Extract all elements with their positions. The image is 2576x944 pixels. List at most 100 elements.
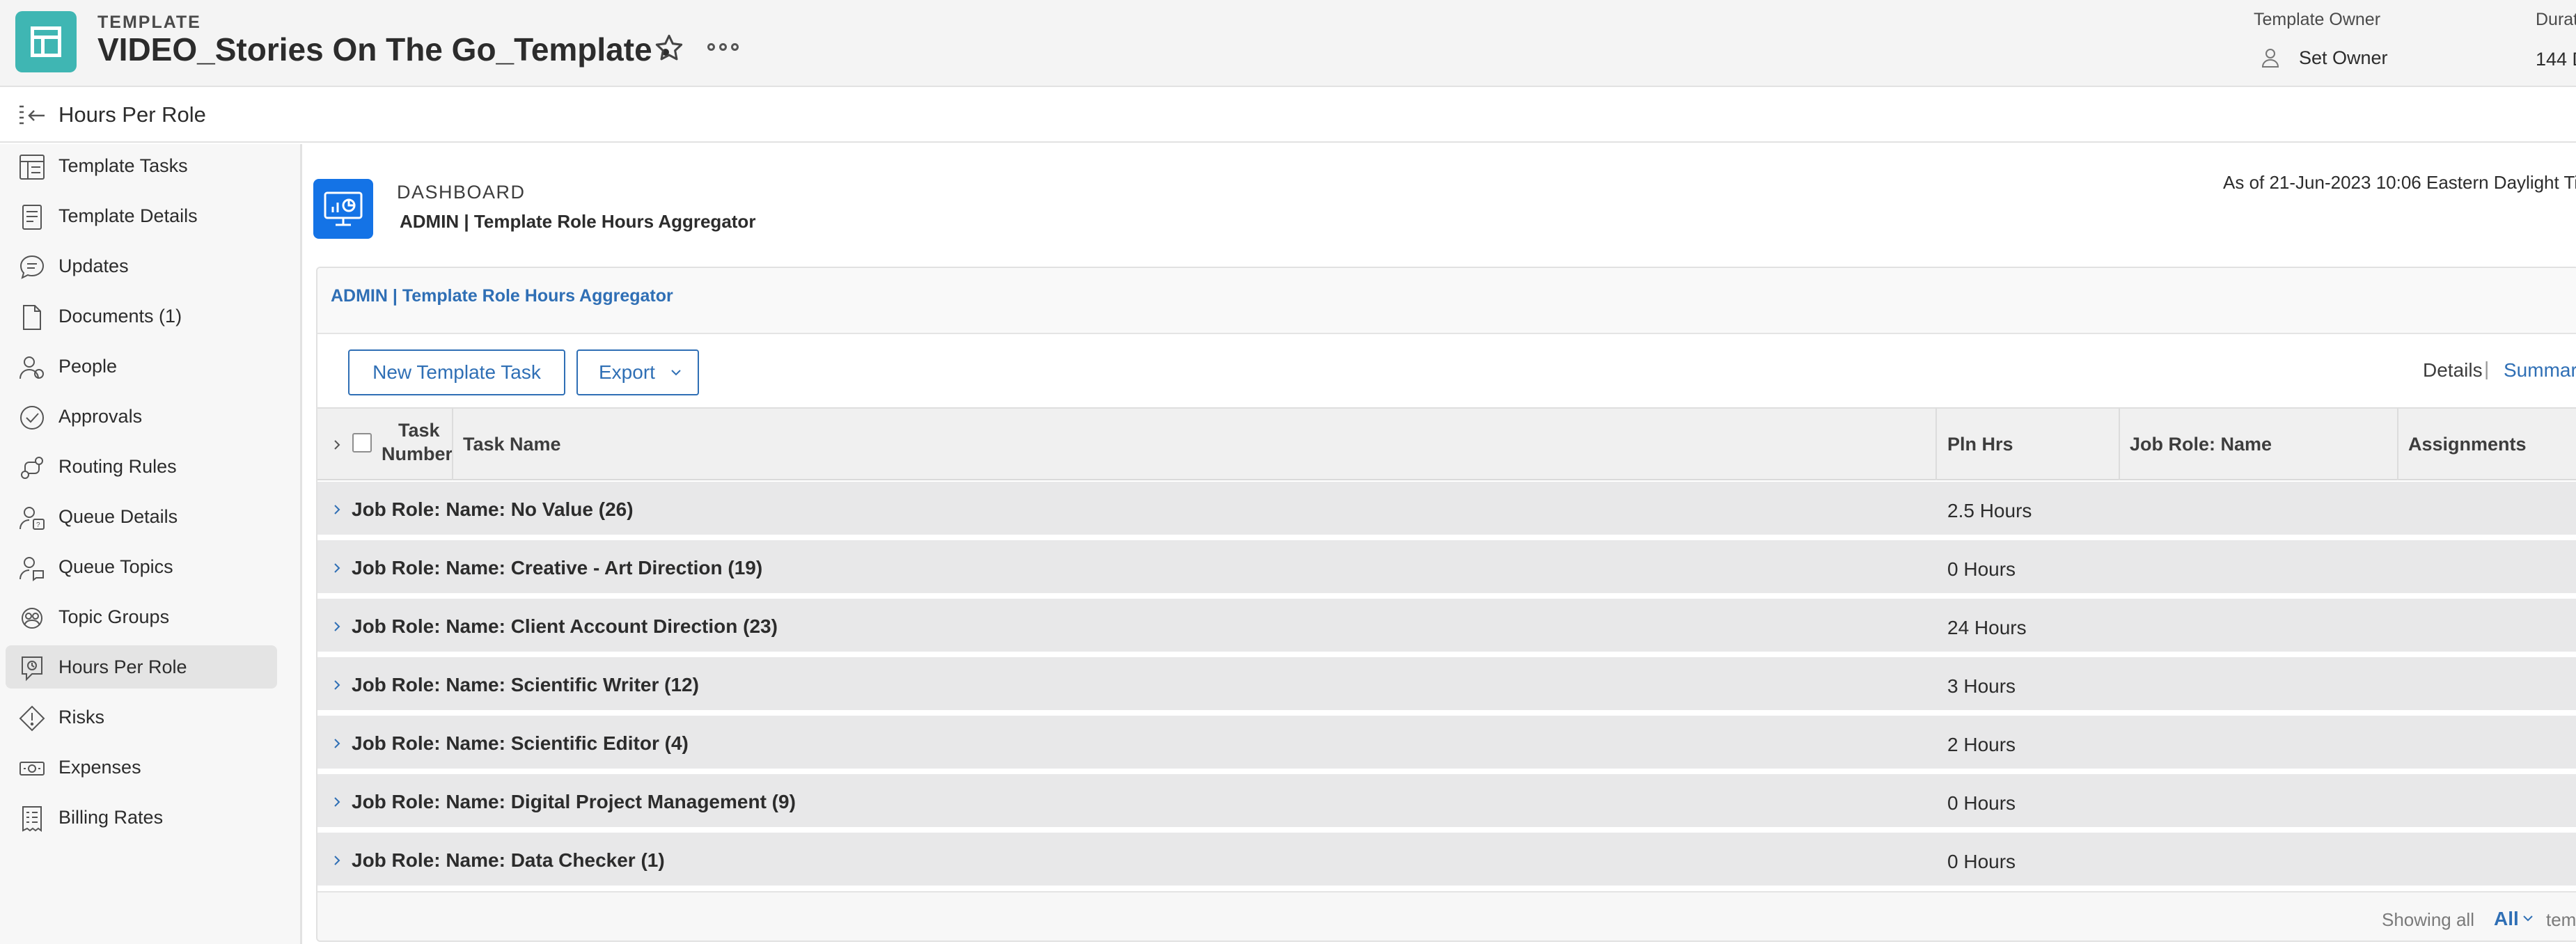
set-owner-link[interactable]: Set Owner <box>2299 47 2388 69</box>
details-view-link[interactable]: Details <box>2423 359 2483 381</box>
sidebar-item-people[interactable]: People <box>6 345 277 388</box>
table-row[interactable]: Job Role: Name: Digital Project Manageme… <box>317 774 2576 830</box>
sidebar-item-queue-details[interactable]: ? Queue Details <box>6 495 277 538</box>
column-divider <box>1935 409 1937 480</box>
sidebar-item-template-tasks[interactable]: Template Tasks <box>6 144 277 187</box>
report-title-link[interactable]: ADMIN | Template Role Hours Aggregator <box>331 286 673 306</box>
sidebar-item-label: Hours Per Role <box>58 656 187 677</box>
expand-chevron-icon[interactable] <box>330 677 344 693</box>
page-header: TEMPLATE VIDEO_Stories On The Go_Templat… <box>0 0 2576 87</box>
footer-extra-text: templ <box>2546 909 2576 930</box>
report-panel: ADMIN | Template Role Hours Aggregator N… <box>316 267 2576 942</box>
group-hours: 0 Hours <box>1947 851 2016 872</box>
sidebar-item-template-details[interactable]: Template Details <box>6 194 277 237</box>
collapse-panel-icon[interactable] <box>18 104 47 127</box>
billing-icon <box>22 806 42 832</box>
column-divider <box>452 409 453 480</box>
export-button-label: Export <box>599 361 655 383</box>
file-icon <box>23 305 41 330</box>
expand-chevron-icon[interactable] <box>330 618 344 635</box>
expand-chevron-icon[interactable] <box>330 794 344 810</box>
section-header: Hours Per Role <box>0 88 2576 143</box>
column-header-task-number-2[interactable]: Number <box>382 443 453 465</box>
sidebar-item-risks[interactable]: Risks <box>6 695 277 739</box>
new-template-task-button[interactable]: New Template Task <box>348 349 565 395</box>
table-row[interactable]: Job Role: Name: Scientific Editor (4) 2 … <box>317 716 2576 771</box>
sidebar-item-updates[interactable]: Updates <box>6 244 277 288</box>
sidebar-item-routing-rules[interactable]: Routing Rules <box>6 445 277 488</box>
star-icon[interactable] <box>653 32 685 64</box>
group-hours: 0 Hours <box>1947 558 2016 580</box>
table-row[interactable]: Job Role: Name: Client Account Direction… <box>317 599 2576 654</box>
group-hours: 2 Hours <box>1947 734 2016 755</box>
report-title-bar: ADMIN | Template Role Hours Aggregator <box>317 268 2576 334</box>
dashboard-kicker: DASHBOARD <box>397 182 526 203</box>
expenses-icon <box>19 762 45 776</box>
sidebar-item-expenses[interactable]: Expenses <box>6 746 277 789</box>
sidebar-item-label: Routing Rules <box>58 455 177 477</box>
select-all-checkbox[interactable] <box>352 433 372 453</box>
sidebar-item-topic-groups[interactable]: Topic Groups <box>6 595 277 638</box>
risk-icon <box>19 705 45 732</box>
sidebar-item-label: Updates <box>58 255 129 276</box>
expand-chevron-icon[interactable] <box>330 560 344 576</box>
sidebar-item-label: Template Details <box>58 205 198 226</box>
dashboard-name: ADMIN | Template Role Hours Aggregator <box>400 211 756 232</box>
sidebar-item-label: Queue Topics <box>58 556 173 577</box>
main-content: DASHBOARD ADMIN | Template Role Hours Ag… <box>304 144 2576 944</box>
template-icon <box>15 11 77 72</box>
sidebar-item-label: Documents (1) <box>58 305 182 327</box>
page-title-text: VIDEO_Stories On The Go_Template <box>97 31 652 68</box>
group-label: Job Role: Name: Data Checker (1) <box>352 849 665 871</box>
group-hours: 3 Hours <box>1947 675 2016 697</box>
people-icon <box>19 356 44 379</box>
table-row[interactable]: Job Role: Name: Creative - Art Direction… <box>317 540 2576 596</box>
column-header-task-number-1[interactable]: Task <box>398 420 440 441</box>
table-footer: Showing all All templ <box>317 891 2576 941</box>
group-hours: 0 Hours <box>1947 792 2016 814</box>
sidebar-item-approvals[interactable]: Approvals <box>6 395 277 438</box>
showing-label: Showing all <box>2382 909 2474 930</box>
column-divider <box>2119 409 2120 480</box>
sidebar-item-label: People <box>58 355 118 377</box>
more-icon[interactable] <box>707 43 739 51</box>
sidebar-item-billing-rates[interactable]: Billing Rates <box>6 796 277 839</box>
group-hours: 24 Hours <box>1947 617 2027 638</box>
group-label: Job Role: Name: No Value (26) <box>352 498 634 520</box>
queue-topics-icon <box>19 557 44 581</box>
page-title[interactable]: VIDEO_Stories On The Go_Template <box>97 31 669 68</box>
column-header-job-role[interactable]: Job Role: Name <box>2130 434 2272 455</box>
table-row[interactable]: Job Role: Name: Data Checker (1) 0 Hours <box>317 833 2576 888</box>
sidebar-item-label: Approvals <box>58 405 143 427</box>
show-all-dropdown[interactable]: All <box>2494 908 2519 930</box>
user-icon <box>2261 49 2279 68</box>
summary-view-link[interactable]: Summary <box>2504 359 2576 381</box>
group-label: Job Role: Name: Scientific Editor (4) <box>352 732 689 754</box>
export-button[interactable]: Export <box>576 349 699 395</box>
expand-chevron-icon[interactable] <box>330 735 344 752</box>
chevron-down-icon[interactable] <box>2522 912 2534 925</box>
topic-groups-icon <box>22 608 42 629</box>
group-label: Job Role: Name: Digital Project Manageme… <box>352 791 796 812</box>
hours-role-icon <box>22 656 42 682</box>
section-title: Hours Per Role <box>58 102 206 127</box>
duration-label: Durat <box>2536 10 2576 29</box>
expand-all-chevron-icon[interactable] <box>330 436 344 453</box>
column-header-task-name[interactable]: Task Name <box>463 434 561 455</box>
sidebar-item-hours-per-role[interactable]: Hours Per Role <box>6 645 277 689</box>
table-row[interactable]: Job Role: Name: Scientific Writer (12) 3… <box>317 657 2576 713</box>
table-row[interactable]: Job Role: Name: No Value (26) 2.5 Hours <box>317 482 2576 537</box>
column-header-pln-hrs[interactable]: Pln Hrs <box>1947 434 2013 455</box>
group-label: Job Role: Name: Client Account Direction… <box>352 615 778 637</box>
sidebar-item-queue-topics[interactable]: Queue Topics <box>6 545 277 588</box>
column-header-assignments[interactable]: Assignments <box>2408 434 2527 455</box>
approval-icon <box>20 406 44 430</box>
svg-text:?: ? <box>36 521 40 529</box>
expand-chevron-icon[interactable] <box>330 852 344 869</box>
sidebar: Template Tasks Template Details Updates … <box>0 144 302 944</box>
sidebar-item-documents[interactable]: Documents (1) <box>6 294 277 338</box>
table-header: Task Number Task Name Pln Hrs Job Role: … <box>317 407 2576 480</box>
sidebar-item-label: Expenses <box>58 756 141 778</box>
group-label: Job Role: Name: Creative - Art Direction… <box>352 557 763 579</box>
expand-chevron-icon[interactable] <box>330 501 344 518</box>
